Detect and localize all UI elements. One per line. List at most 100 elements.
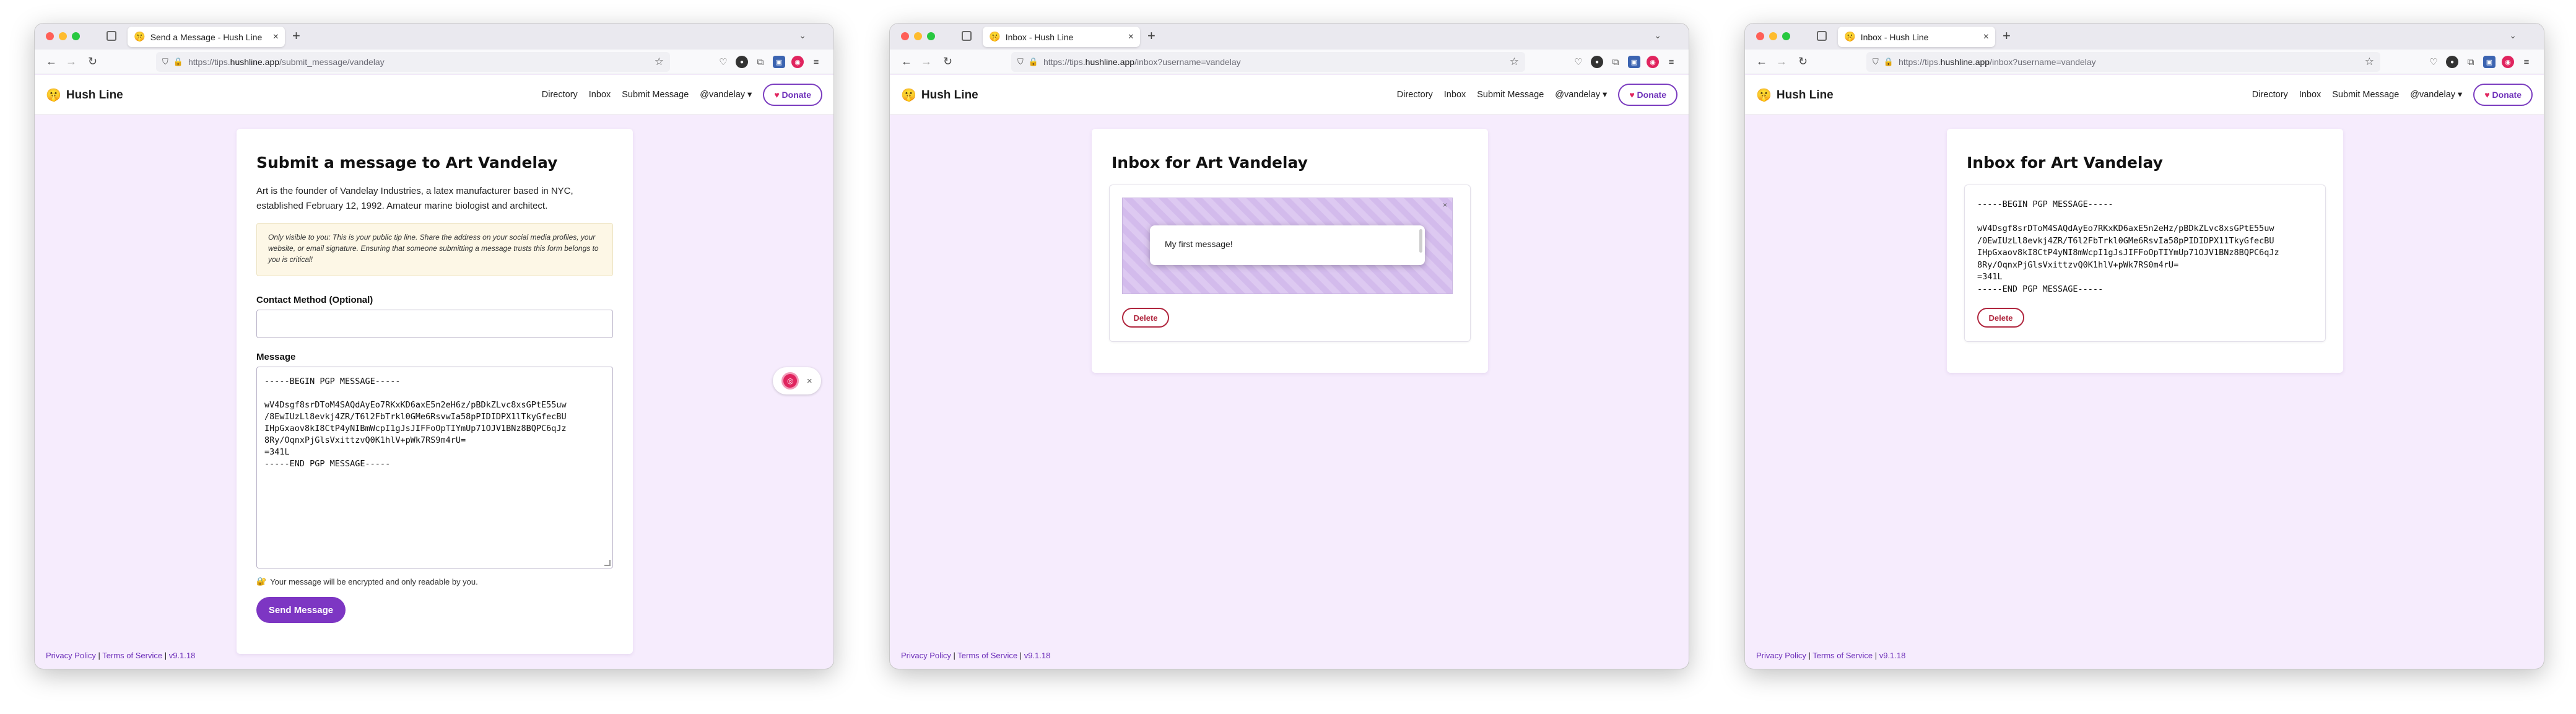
nav-submit-message[interactable]: Submit Message [2332,90,2399,100]
tab-list-chevron-icon[interactable]: ⌄ [799,30,806,41]
donate-button[interactable]: ♥ Donate [763,84,822,106]
extensions-icon[interactable]: ⧉ [1609,56,1622,68]
terms-link[interactable]: Terms of Service [102,651,162,660]
privacy-policy-link[interactable]: Privacy Policy [901,651,951,660]
version-link[interactable]: v9.1.18 [1879,651,1906,660]
pocket-icon[interactable]: ♡ [2427,56,2440,68]
tab-list-chevron-icon[interactable]: ⌄ [1654,30,1661,41]
nav-user-menu[interactable]: @vandelay ▾ [2410,90,2462,100]
terms-link[interactable]: Terms of Service [1812,651,1873,660]
terms-link[interactable]: Terms of Service [957,651,1017,660]
send-message-button[interactable]: Send Message [256,597,346,623]
minimize-window-button[interactable] [1769,32,1777,40]
extension-blue-icon[interactable]: ▣ [1628,56,1640,68]
pocket-icon[interactable]: ♡ [1572,56,1585,68]
nav-user-menu[interactable]: @vandelay ▾ [700,90,752,100]
lock-icon[interactable]: 🔒 [1029,57,1038,67]
pocket-icon[interactable]: ♡ [717,56,729,68]
forward-icon[interactable]: → [66,54,77,68]
minimize-window-button[interactable] [59,32,67,40]
privacy-policy-link[interactable]: Privacy Policy [1756,651,1806,660]
nav-user-menu[interactable]: @vandelay ▾ [1555,90,1607,100]
message-textarea[interactable]: -----BEGIN PGP MESSAGE----- wV4Dsgf8srDT… [256,367,613,568]
tab-overview-icon[interactable] [107,31,116,41]
menu-icon[interactable]: ≡ [2520,56,2533,68]
extension-dark-icon[interactable]: ● [736,56,748,68]
extensions-icon[interactable]: ⧉ [754,56,767,68]
close-window-button[interactable] [901,32,909,40]
close-widget-icon[interactable]: × [807,376,812,386]
extension-dark-icon[interactable]: ● [1591,56,1603,68]
bookmark-star-icon[interactable]: ☆ [2365,56,2374,68]
shield-icon[interactable]: ⛉ [1017,57,1024,67]
close-window-button[interactable] [46,32,54,40]
new-tab-icon[interactable]: + [2003,29,2011,43]
hushline-extension-icon[interactable]: ◉ [791,56,804,68]
shield-icon[interactable]: ⛉ [1873,57,1879,67]
hushline-extension-icon[interactable]: ◉ [2502,56,2514,68]
extension-blue-icon[interactable]: ▣ [2483,56,2496,68]
close-tab-icon[interactable]: × [1128,32,1134,43]
zoom-window-button[interactable] [927,32,935,40]
back-icon[interactable]: ← [46,54,57,68]
minimize-window-button[interactable] [914,32,922,40]
menu-icon[interactable]: ≡ [1665,56,1677,68]
browser-tab[interactable]: 🤫 Inbox - Hush Line × [1838,27,1995,47]
back-icon[interactable]: ← [1756,54,1767,68]
nav-directory[interactable]: Directory [542,90,578,100]
nav-inbox[interactable]: Inbox [589,90,611,100]
bookmark-star-icon[interactable]: ☆ [655,56,664,68]
browser-tab[interactable]: 🤫 Inbox - Hush Line × [983,27,1140,47]
close-tab-icon[interactable]: × [273,32,279,43]
nav-inbox[interactable]: Inbox [2299,90,2321,100]
reload-icon[interactable]: ↻ [88,54,97,68]
nav-directory[interactable]: Directory [2252,90,2288,100]
heart-icon: ♥ [774,90,780,100]
extensions-icon[interactable]: ⧉ [2465,56,2477,68]
browser-tab[interactable]: 🤫 Send a Message - Hush Line × [128,27,285,47]
owner-notice: Only visible to you: This is your public… [256,223,613,276]
tab-overview-icon[interactable] [1817,31,1827,41]
reload-icon[interactable]: ↻ [943,54,952,68]
donate-button[interactable]: ♥ Donate [2473,84,2533,106]
nav-submit-message[interactable]: Submit Message [622,90,689,100]
nav-directory[interactable]: Directory [1397,90,1433,100]
zoom-window-button[interactable] [1782,32,1790,40]
extension-blue-icon[interactable]: ▣ [773,56,785,68]
donate-button[interactable]: ♥ Donate [1618,84,1677,106]
menu-icon[interactable]: ≡ [810,56,822,68]
extension-dark-icon[interactable]: ● [2446,56,2458,68]
resize-handle-icon[interactable] [604,560,611,566]
lock-icon[interactable]: 🔒 [173,57,183,67]
reload-icon[interactable]: ↻ [1798,54,1808,68]
close-tab-icon[interactable]: × [1983,32,1989,43]
address-bar[interactable]: ⛉ 🔒 https://tips.hushline.app/inbox?user… [1011,52,1525,72]
version-link[interactable]: v9.1.18 [169,651,196,660]
privacy-policy-link[interactable]: Privacy Policy [46,651,96,660]
zoom-window-button[interactable] [72,32,80,40]
version-link[interactable]: v9.1.18 [1024,651,1051,660]
forward-icon[interactable]: → [1776,54,1787,68]
hushline-extension-icon[interactable]: ◉ [1647,56,1659,68]
delete-button[interactable]: Delete [1977,308,2024,328]
back-icon[interactable]: ← [901,54,912,68]
delete-button[interactable]: Delete [1122,308,1169,328]
hushline-widget-icon[interactable]: ◎ [781,372,799,390]
nav-inbox[interactable]: Inbox [1444,90,1466,100]
contact-method-input[interactable] [256,310,613,338]
address-bar[interactable]: ⛉ 🔒 https://tips.hushline.app/inbox?user… [1866,52,2380,72]
address-bar[interactable]: ⛉ 🔒 https://tips.hushline.app/submit_mes… [156,52,670,72]
site-logo[interactable]: 🤫 Hush Line [901,87,978,103]
forward-icon[interactable]: → [921,54,932,68]
tab-list-chevron-icon[interactable]: ⌄ [2509,30,2517,41]
site-logo[interactable]: 🤫 Hush Line [1756,87,1834,103]
bookmark-star-icon[interactable]: ☆ [1510,56,1519,68]
site-logo[interactable]: 🤫 Hush Line [46,87,123,103]
tab-overview-icon[interactable] [962,31,972,41]
new-tab-icon[interactable]: + [292,29,300,43]
nav-submit-message[interactable]: Submit Message [1477,90,1544,100]
shield-icon[interactable]: ⛉ [162,57,168,67]
close-window-button[interactable] [1756,32,1764,40]
new-tab-icon[interactable]: + [1147,29,1155,43]
lock-icon[interactable]: 🔒 [1884,57,1894,67]
